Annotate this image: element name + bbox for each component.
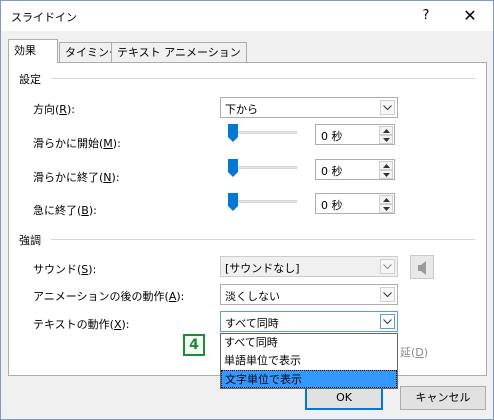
title-bar: スライドイン ? ✕	[1, 1, 493, 31]
smooth-start-slider-track[interactable]	[229, 131, 297, 134]
spin-down-icon[interactable]	[379, 135, 393, 144]
direction-label: 方向(R):	[33, 103, 75, 116]
slide-in-dialog: スライドイン ? ✕ タイミング テキスト アニメーション 効果 設定 方向(R…	[0, 0, 494, 420]
sound-select[interactable]: [サウンドなし]	[220, 256, 398, 277]
after-animation-value: 淡くしない	[225, 290, 280, 303]
enhancements-divider	[51, 239, 475, 240]
bounce-end-slider-thumb[interactable]	[228, 193, 238, 211]
direction-select[interactable]: 下から	[220, 97, 398, 118]
chevron-down-icon[interactable]	[380, 314, 395, 329]
bounce-end-spinner[interactable]: 0 秒	[315, 193, 395, 214]
sound-label: サウンド(S):	[33, 263, 97, 276]
smooth-end-label: 滑らかに終了(N):	[33, 171, 120, 184]
enhancements-group-label: 強調	[19, 232, 45, 248]
bounce-end-value: 0 秒	[321, 199, 343, 212]
smooth-end-value: 0 秒	[321, 165, 343, 178]
animate-text-select[interactable]: すべて同時	[220, 311, 398, 332]
animate-text-value: すべて同時	[225, 317, 279, 330]
tab-effect[interactable]: 効果	[8, 39, 58, 63]
spin-down-icon[interactable]	[379, 170, 393, 179]
bounce-end-slider-track[interactable]	[229, 200, 297, 203]
smooth-start-spinner[interactable]: 0 秒	[315, 124, 395, 145]
delay-label-partial: 延(D)	[400, 346, 429, 359]
settings-divider	[51, 78, 475, 79]
close-button[interactable]: ✕	[455, 5, 485, 27]
smooth-end-spinner[interactable]: 0 秒	[315, 159, 395, 180]
settings-group-label: 設定	[19, 71, 45, 87]
after-animation-label: アニメーションの後の動作(A):	[33, 290, 185, 303]
chevron-down-icon[interactable]	[380, 259, 395, 274]
step-badge: 4	[183, 334, 205, 356]
after-animation-select[interactable]: 淡くしない	[220, 284, 398, 305]
dialog-title: スライドイン	[11, 11, 77, 24]
dropdown-option-by-word[interactable]: 単語単位で表示	[221, 352, 397, 370]
dropdown-option-by-letter[interactable]: 文字単位で表示	[221, 370, 397, 388]
tab-text-animation[interactable]: テキスト アニメーション	[111, 42, 247, 62]
chevron-down-icon[interactable]	[380, 100, 395, 115]
spin-up-icon[interactable]	[379, 195, 393, 204]
smooth-end-slider-track[interactable]	[229, 166, 297, 169]
animate-text-dropdown[interactable]: すべて同時 単語単位で表示 文字単位で表示	[220, 333, 398, 389]
cancel-button[interactable]: キャンセル	[400, 386, 486, 410]
smooth-end-slider-thumb[interactable]	[228, 159, 238, 177]
smooth-start-label: 滑らかに開始(M):	[33, 137, 121, 150]
smooth-start-slider-thumb[interactable]	[228, 124, 238, 142]
spin-up-icon[interactable]	[379, 126, 393, 135]
sound-volume-button[interactable]	[410, 255, 434, 279]
bounce-end-label: 急に終了(B):	[33, 204, 97, 217]
spin-up-icon[interactable]	[379, 161, 393, 170]
speaker-icon	[418, 261, 426, 275]
direction-value: 下から	[225, 103, 258, 116]
ok-button[interactable]: OK	[305, 386, 383, 410]
animate-text-label: テキストの動作(X):	[33, 318, 130, 331]
sound-value: [サウンドなし]	[225, 262, 300, 275]
smooth-start-value: 0 秒	[321, 130, 343, 143]
help-button[interactable]: ?	[413, 5, 439, 27]
spin-down-icon[interactable]	[379, 204, 393, 213]
dropdown-option-all-at-once[interactable]: すべて同時	[221, 334, 397, 352]
chevron-down-icon[interactable]	[380, 287, 395, 302]
